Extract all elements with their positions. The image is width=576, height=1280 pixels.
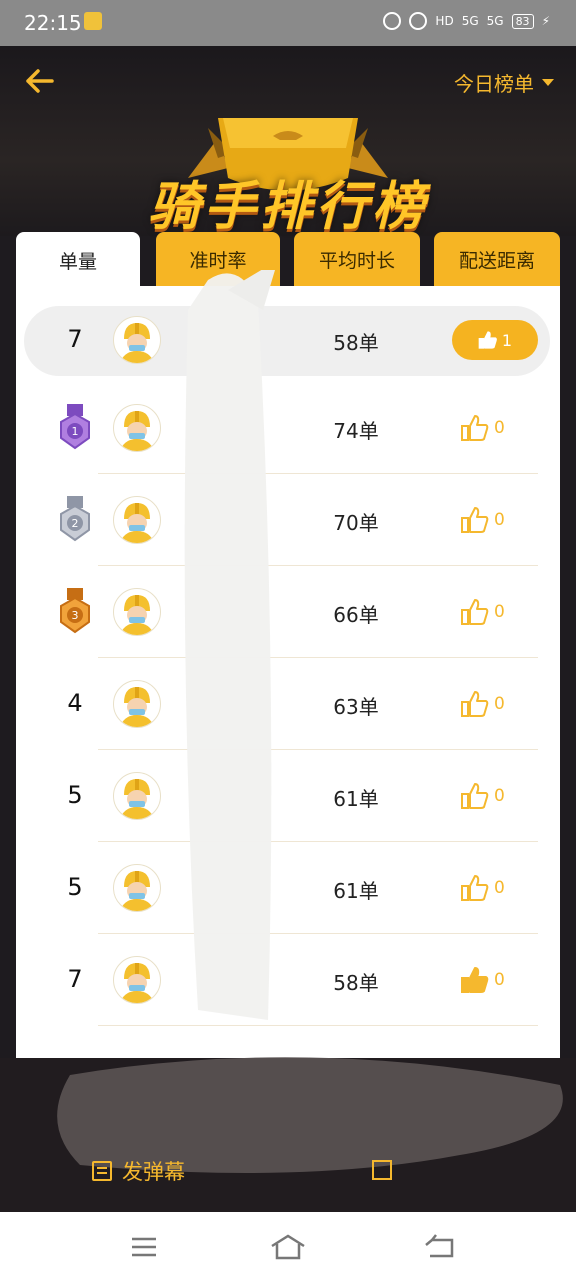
like-count: 0 [494, 510, 505, 530]
like-count: 0 [494, 878, 505, 898]
order-count: 63单 [333, 695, 379, 719]
like-button[interactable]: 0 [460, 780, 540, 812]
rank-number: 7 [67, 965, 83, 993]
like-count: 0 [494, 418, 505, 438]
thumbs-up-icon [461, 875, 489, 901]
rider-avatar [113, 772, 161, 820]
ranking-period-dropdown[interactable]: 今日榜单 [454, 68, 554, 97]
status-time: 22:15 [24, 11, 82, 35]
rank-number: 5 [67, 873, 83, 901]
rider-avatar [113, 956, 161, 1004]
like-count: 0 [494, 694, 505, 714]
medal-rank-number: 1 [72, 425, 79, 438]
medal-rank-number: 3 [72, 609, 79, 622]
thumbs-up-icon [461, 599, 489, 625]
back-icon[interactable] [420, 1232, 460, 1262]
like-count: 0 [494, 970, 505, 990]
system-nav-bar [0, 1212, 576, 1280]
like-button[interactable]: 1 [452, 320, 538, 360]
like-button[interactable]: 0 [460, 688, 540, 720]
header: 今日榜单 骑手排行榜 [0, 46, 576, 237]
menu-icon[interactable] [124, 1232, 164, 1262]
like-button[interactable]: 0 [460, 964, 540, 996]
tab-order-count[interactable]: 单量 [16, 232, 140, 288]
hd-icon: HD [435, 14, 454, 28]
order-count: 74单 [333, 419, 379, 443]
like-button[interactable]: 0 [460, 504, 540, 536]
page-title: 骑手排行榜 [147, 177, 428, 237]
order-count: 58单 [333, 971, 379, 995]
rank-medal-icon: 2 [60, 496, 90, 542]
redaction-scribble [184, 270, 275, 1020]
rank-medal-icon: 3 [60, 588, 90, 634]
battery-icon: 83 [511, 13, 534, 29]
rank-number: 4 [67, 689, 83, 717]
tab-average-duration[interactable]: 平均时长 [294, 232, 420, 286]
order-count: 66单 [333, 603, 379, 627]
send-danmu-label: 发弹幕 [122, 1160, 185, 1184]
message-icon [92, 1161, 112, 1181]
thumbs-up-icon [478, 331, 497, 349]
home-icon[interactable] [268, 1232, 308, 1262]
signal-icon-2: 5G [486, 14, 504, 28]
thumbs-up-icon [461, 507, 489, 533]
medal-rank-number: 2 [72, 517, 79, 530]
rider-avatar [113, 864, 161, 912]
charging-icon: ⚡ [541, 14, 550, 28]
order-count: 61单 [333, 787, 379, 811]
rider-avatar [113, 496, 161, 544]
thumbs-up-icon [461, 415, 489, 441]
rider-avatar [113, 588, 161, 636]
like-count: 0 [494, 602, 505, 622]
like-button[interactable]: 0 [460, 412, 540, 444]
signal-icon: 5G [461, 14, 479, 28]
order-count: 61单 [333, 879, 379, 903]
status-icons: HD 5G 5G 83 ⚡ [383, 12, 550, 30]
app-notification-icon [84, 12, 102, 30]
thumbs-up-icon [461, 691, 489, 717]
rider-avatar [113, 680, 161, 728]
row-divider [98, 1025, 538, 1026]
like-count: 1 [501, 330, 513, 350]
like-button[interactable]: 0 [460, 596, 540, 628]
back-arrow-icon[interactable] [22, 66, 58, 96]
order-count: 70单 [333, 511, 379, 535]
rank-number: 7 [67, 325, 83, 353]
status-bar: 22:15 HD 5G 5G 83 ⚡ [0, 0, 576, 46]
rider-avatar [113, 316, 161, 364]
thumbs-up-icon [461, 967, 489, 993]
edit-icon[interactable] [372, 1160, 392, 1180]
order-count: 58单 [333, 331, 379, 355]
thumbs-up-icon [461, 783, 489, 809]
rank-number: 5 [67, 781, 83, 809]
chevron-down-icon [542, 79, 554, 86]
alarm-icon [383, 12, 402, 30]
rank-medal-icon: 1 [60, 404, 90, 450]
like-button[interactable]: 0 [460, 872, 540, 904]
location-icon [409, 12, 428, 30]
send-danmu-button[interactable]: 发弹幕 [92, 1156, 185, 1186]
ranking-period-label: 今日榜单 [454, 72, 534, 96]
rider-avatar [113, 404, 161, 452]
like-count: 0 [494, 786, 505, 806]
tab-delivery-distance[interactable]: 配送距离 [434, 232, 560, 286]
